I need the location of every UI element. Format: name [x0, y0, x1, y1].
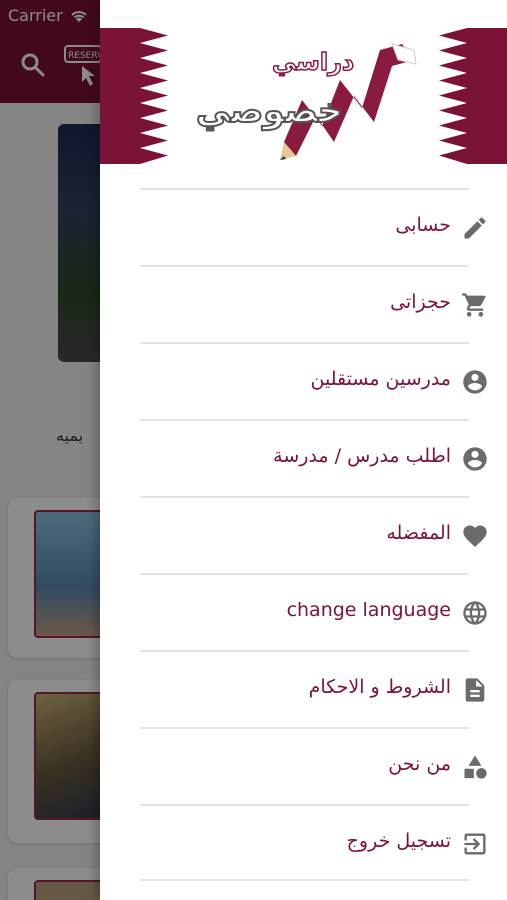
- flag-right-decoration: [439, 28, 507, 164]
- svg-text:دراسي: دراسي: [272, 48, 354, 76]
- menu-item-request-teacher[interactable]: اطلب مدرس / مدرسة: [140, 419, 487, 496]
- menu-item-label: اطلب مدرس / مدرسة: [273, 445, 451, 467]
- menu-item-label: مدرسين مستقلين: [310, 368, 451, 390]
- logout-icon: [461, 830, 489, 858]
- menu-item-change-language[interactable]: change language: [140, 573, 487, 650]
- menu-item-label: حجزاتى: [390, 291, 451, 313]
- drawer-status-area: [100, 0, 507, 28]
- menu-item-terms[interactable]: الشروط و الاحكام: [140, 650, 485, 727]
- menu-item-label: تسجيل خروج: [346, 830, 451, 852]
- account-circle-icon: [461, 368, 489, 396]
- account-circle-icon: [461, 445, 489, 473]
- pencil-icon: [461, 214, 489, 242]
- menu-item-about-us[interactable]: من نحن: [140, 727, 487, 804]
- menu-item-label: change language: [286, 599, 451, 621]
- heart-icon: [461, 522, 489, 550]
- document-icon: [461, 676, 489, 704]
- menu-item-label: من نحن: [388, 753, 451, 775]
- drawer-menu: حسابى حجزاتى مدرسين مستقلين اطلب مدرس / …: [100, 188, 507, 881]
- shapes-icon: [461, 753, 489, 781]
- menu-item-logout[interactable]: تسجيل خروج: [140, 804, 486, 881]
- globe-icon: [461, 599, 489, 627]
- menu-item-favorites[interactable]: المفضله: [140, 496, 487, 573]
- side-drawer: دراسي خصوصي حسابى حجزاتى مدرسين مستقلين: [100, 0, 507, 900]
- menu-item-bookings[interactable]: حجزاتى: [140, 265, 486, 342]
- app-logo: دراسي خصوصي: [195, 43, 417, 160]
- menu-item-account[interactable]: حسابى: [140, 188, 486, 265]
- cart-icon: [461, 291, 489, 319]
- menu-item-freelance-teachers[interactable]: مدرسين مستقلين: [140, 342, 487, 419]
- drawer-banner: دراسي خصوصي: [100, 28, 507, 164]
- menu-item-label: حسابى: [395, 214, 451, 236]
- menu-item-label: المفضله: [386, 522, 451, 544]
- svg-text:خصوصي: خصوصي: [196, 91, 343, 131]
- menu-item-label: الشروط و الاحكام: [308, 676, 451, 698]
- flag-left-decoration: [100, 28, 168, 164]
